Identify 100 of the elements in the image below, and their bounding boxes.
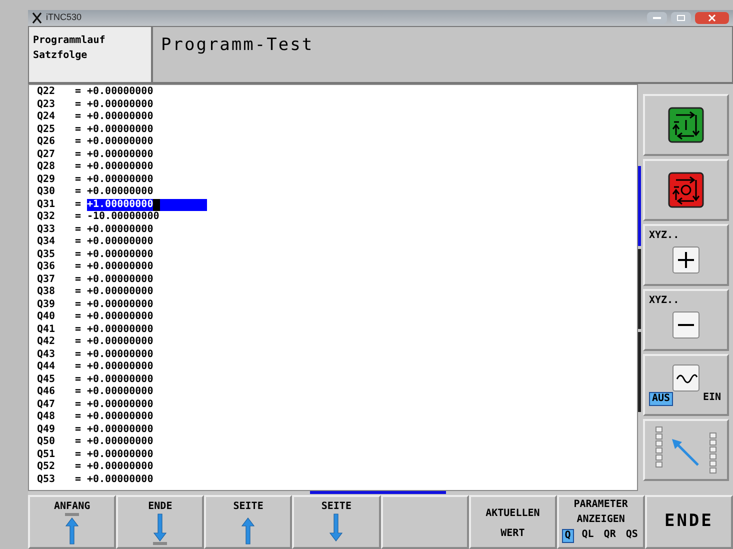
parameter-name: Q27 <box>37 148 56 161</box>
softkey[interactable] <box>643 94 729 156</box>
parameter-name: Q45 <box>37 374 56 386</box>
parameter-name: Q28 <box>37 161 56 174</box>
parameter-type-option: QL <box>580 529 596 543</box>
parameter-name: Q22 <box>37 86 56 98</box>
parameter-name: Q31 <box>37 198 56 211</box>
softkey[interactable]: ENDE <box>116 495 204 549</box>
parameter-name: Q30 <box>37 186 56 198</box>
close-icon[interactable] <box>695 12 729 24</box>
equals-sign: = <box>75 98 82 111</box>
equals-sign: = <box>75 86 82 98</box>
equals-sign: = <box>75 424 82 436</box>
parameter-name: Q52 <box>37 461 56 474</box>
parameter-value: +0.00000000 <box>87 411 154 424</box>
maximize-icon[interactable] <box>671 12 691 24</box>
parameter-name: Q39 <box>37 298 56 311</box>
parameter-name: Q34 <box>37 236 56 248</box>
parameter-name: Q41 <box>37 324 56 336</box>
down-arrow-icon <box>152 513 168 545</box>
parameter-name: Q37 <box>37 274 56 286</box>
equals-sign: = <box>75 324 82 336</box>
softkey[interactable]: AUS EIN <box>643 354 729 416</box>
toggle-option: AUS <box>649 392 674 406</box>
parameter-value: +0.00000000 <box>87 124 154 136</box>
mode-label: Programmlauf <box>33 35 106 47</box>
equals-sign: = <box>75 448 82 461</box>
parameter-value: +0.00000000 <box>87 174 154 186</box>
parameter-value: +0.00000000 <box>87 98 154 111</box>
mode-label: Satzfolge <box>33 50 88 62</box>
equals-sign: = <box>75 386 82 398</box>
parameter-value: +0.00000000 <box>87 424 154 436</box>
parameter-value: +0.00000000 <box>87 86 154 98</box>
equals-sign: = <box>75 461 82 474</box>
softkey[interactable]: PARAMETER ANZEIGEN Q QL QR QS <box>556 495 645 549</box>
parameter-value: +0.00000000 <box>87 261 154 274</box>
equals-sign: = <box>75 311 82 324</box>
parameter-value: +0.00000000 <box>87 398 154 411</box>
minus-icon <box>672 311 700 339</box>
softkey[interactable]: XYZ.. <box>643 224 729 286</box>
parameter-value: +0.00000000 <box>87 136 154 148</box>
equals-sign: = <box>75 111 82 124</box>
parameter-name: Q32 <box>37 211 56 224</box>
parameter-name: Q38 <box>37 286 56 298</box>
equals-sign: = <box>75 348 82 361</box>
parameter-name: Q47 <box>37 398 56 411</box>
equals-sign: = <box>75 211 82 224</box>
parameter-value: +0.00000000 <box>87 148 154 161</box>
parameter-type-option: Q <box>562 529 574 543</box>
parameter-name: Q24 <box>37 111 56 124</box>
equals-sign: = <box>75 374 82 386</box>
parameter-name: Q48 <box>37 411 56 424</box>
parameter-name: Q26 <box>37 136 56 148</box>
softkey[interactable]: AKTUELLEN WERT <box>468 495 557 549</box>
parameter-value: +0.00000000 <box>87 186 154 198</box>
parameter-name: Q33 <box>37 224 56 236</box>
equals-sign: = <box>75 436 82 448</box>
equals-sign: = <box>75 236 82 248</box>
softkey[interactable] <box>643 159 729 221</box>
parameter-name: Q49 <box>37 424 56 436</box>
parameter-name: Q36 <box>37 261 56 274</box>
parameter-name: Q23 <box>37 98 56 111</box>
equals-sign: = <box>75 474 82 486</box>
parameter-value: +0.00000000 <box>87 298 154 311</box>
parameter-value: +0.00000000 <box>87 111 154 124</box>
parameter-value: +0.00000000 <box>87 161 154 174</box>
equals-sign: = <box>75 411 82 424</box>
softkey[interactable]: ANFANG <box>28 495 116 549</box>
softkey[interactable]: XYZ.. <box>643 289 729 351</box>
parameter-value: +0.00000000 <box>87 324 154 336</box>
softkey[interactable]: ENDE <box>644 495 733 549</box>
parameter-name: Q53 <box>37 474 56 486</box>
parameter-name: Q35 <box>37 248 56 261</box>
app-logo-icon <box>32 12 42 24</box>
parameter-name: Q42 <box>37 336 56 348</box>
parameter-value: +0.00000000 <box>87 386 154 398</box>
equals-sign: = <box>75 248 82 261</box>
parameter-name: Q29 <box>37 174 56 186</box>
equals-sign: = <box>75 124 82 136</box>
softkey[interactable]: SEITE <box>292 495 380 549</box>
equals-sign: = <box>75 336 82 348</box>
equals-sign: = <box>75 148 82 161</box>
parameter-value: +0.00000000 <box>87 448 154 461</box>
parameter-type-option: QR <box>602 529 618 543</box>
minimize-icon[interactable] <box>647 12 667 24</box>
parameter-name: Q25 <box>37 124 56 136</box>
parameter-name: Q50 <box>37 436 56 448</box>
equals-sign: = <box>75 398 82 411</box>
equals-sign: = <box>75 161 82 174</box>
cycle-icon <box>668 107 704 143</box>
parameter-value: +0.00000000 <box>87 224 154 236</box>
equals-sign: = <box>75 274 82 286</box>
parameter-name: Q44 <box>37 361 56 374</box>
equals-sign: = <box>75 286 82 298</box>
softkey[interactable]: SEITE <box>204 495 292 549</box>
parameter-name: Q40 <box>37 311 56 324</box>
plus-icon <box>672 246 700 274</box>
parameter-value: +0.00000000 <box>87 348 154 361</box>
equals-sign: = <box>75 186 82 198</box>
equals-sign: = <box>75 261 82 274</box>
